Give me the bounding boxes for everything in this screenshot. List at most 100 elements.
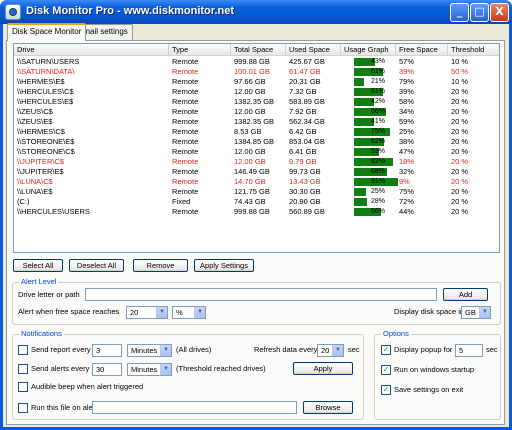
notifications-title: Notifications xyxy=(19,329,64,339)
disk-monitor-app-icon xyxy=(5,4,21,20)
send-alerts-checkbox[interactable] xyxy=(18,364,28,374)
display-unit-select[interactable]: GB ▼ xyxy=(461,306,491,319)
column-header-drive[interactable]: Drive xyxy=(14,44,169,56)
column-header-free-space[interactable]: Free Space xyxy=(396,44,448,56)
table-row[interactable]: (C:) Fixed 74.43 GB 20.90 GB 72% 20 % 28% xyxy=(14,197,499,207)
table-row[interactable]: \\SATURN\DATA\ Remote 100.01 GB 61.47 GB 39%… xyxy=(14,67,499,77)
usage-graph-percent: 66% xyxy=(370,108,385,115)
cell-drive: \\JUPITER\E$ xyxy=(17,167,64,176)
refresh-data-label: Refresh data every xyxy=(254,345,318,354)
window-client-area: Disk Space Monitor Email settings Drive … xyxy=(3,23,509,427)
cell-free-space: 57% xyxy=(399,57,415,66)
usage-graph-percent: 91% xyxy=(370,178,385,185)
table-row[interactable]: \\LUNA\C$ Remote 14.70 GB 13.43 GB 9% 20 % 91% xyxy=(14,177,499,187)
app-window: Disk Monitor Pro - www.diskmonitor.net _… xyxy=(0,0,512,430)
table-row[interactable]: \\JUPITER\E$ Remote 146.49 GB 99.73 GB 32% 20… xyxy=(14,167,499,177)
free-space-threshold-select[interactable]: 20 ▼ xyxy=(126,306,168,319)
chevron-down-icon: ▼ xyxy=(332,345,343,356)
send-alerts-interval-input[interactable]: 30 xyxy=(92,363,122,376)
column-header-used-space[interactable]: Used Space xyxy=(286,44,341,56)
table-row[interactable]: \\HERCULES\C$ Remote 12.00 GB 7.32 GB 39% 20 … xyxy=(14,87,499,97)
run-file-checkbox[interactable] xyxy=(18,403,28,413)
save-settings-checkbox[interactable]: ✓ xyxy=(381,385,391,395)
cell-total-space: 12.00 GB xyxy=(234,157,266,166)
remove-button[interactable]: Remove xyxy=(133,259,188,272)
table-row[interactable]: \\ZEUS\E$ Remote 1382.35 GB 562.34 GB 59% 20 … xyxy=(14,117,499,127)
send-alerts-unit-select[interactable]: Minutes ▼ xyxy=(127,363,172,376)
table-row[interactable]: \\JUPITER\C$ Remote 12.00 GB 9.79 GB 18% 20 %… xyxy=(14,157,499,167)
run-on-startup-checkbox[interactable]: ✓ xyxy=(381,365,391,375)
minimize-button[interactable]: _ xyxy=(450,3,469,22)
table-row[interactable]: \\STOREONE\E$ Remote 1384.85 GB 853.04 GB 38… xyxy=(14,137,499,147)
table-row[interactable]: \\LUNA\E$ Remote 121.75 GB 30.30 GB 75% 20 % 2… xyxy=(14,187,499,197)
cell-type: Remote xyxy=(172,177,199,186)
drives-table[interactable]: Drive Type Total Space Used Space Usage … xyxy=(13,43,500,253)
table-row[interactable]: \\HERCULES\E$ Remote 1382.35 GB 583.89 GB 58… xyxy=(14,97,499,107)
select-all-button[interactable]: Select All xyxy=(13,259,63,272)
cell-total-space: 97.66 GB xyxy=(234,77,266,86)
cell-drive: \\HERMES\E$ xyxy=(17,77,65,86)
cell-total-space: 12.00 GB xyxy=(234,107,266,116)
deselect-all-button[interactable]: Deselect All xyxy=(69,259,124,272)
cell-drive: \\STOREONE\E$ xyxy=(17,137,75,146)
refresh-interval-select[interactable]: 20 ▼ xyxy=(317,344,344,357)
column-header-total-space[interactable]: Total Space xyxy=(231,44,286,56)
cell-used-space: 853.04 GB xyxy=(289,137,325,146)
send-report-unit-select[interactable]: Minutes ▼ xyxy=(127,344,172,357)
browse-button[interactable]: Browse xyxy=(303,401,353,414)
cell-threshold: 20 % xyxy=(451,87,469,96)
notifications-apply-button[interactable]: Apply xyxy=(293,362,353,375)
title-bar[interactable]: Disk Monitor Pro - www.diskmonitor.net _… xyxy=(0,0,512,24)
cell-used-space: 20.31 GB xyxy=(289,77,321,86)
cell-threshold: 20 % xyxy=(451,107,469,116)
usage-graph-percent: 68% xyxy=(370,168,385,175)
free-space-threshold-value: 20 xyxy=(130,308,139,317)
cell-type: Remote xyxy=(172,187,199,196)
usage-graph-percent: 41% xyxy=(370,118,385,125)
drive-path-input[interactable] xyxy=(85,288,437,301)
cell-threshold: 20 % xyxy=(451,157,469,166)
cell-used-space: 9.79 GB xyxy=(289,157,317,166)
cell-used-space: 7.32 GB xyxy=(289,87,317,96)
popup-duration-input[interactable]: 5 xyxy=(455,344,483,357)
send-report-checkbox[interactable] xyxy=(18,345,28,355)
threshold-unit-select[interactable]: % ▼ xyxy=(172,306,206,319)
all-drives-note: (All drives) xyxy=(176,345,212,354)
usage-graph-percent: 43% xyxy=(370,58,385,65)
tab-disk-space-monitor[interactable]: Disk Space Monitor xyxy=(7,23,87,41)
run-file-path-input[interactable] xyxy=(92,401,297,414)
usage-graph-percent: 53% xyxy=(370,148,385,155)
column-header-threshold[interactable]: Threshold xyxy=(448,44,499,56)
column-header-usage-graph[interactable]: Usage Graph xyxy=(341,44,396,56)
table-row[interactable]: \\HERMES\C$ Remote 8.53 GB 6.42 GB 25% 20 % 75… xyxy=(14,127,499,137)
display-popup-label: Display popup for xyxy=(394,345,453,354)
cell-type: Remote xyxy=(172,157,199,166)
column-header-type[interactable]: Type xyxy=(169,44,231,56)
table-row[interactable]: \\HERCULES\USERS Remote 999.88 GB 560.89 GB… xyxy=(14,207,499,217)
display-popup-checkbox[interactable]: ✓ xyxy=(381,345,391,355)
cell-drive: \\HERMES\C$ xyxy=(17,127,65,136)
add-drive-button[interactable]: Add xyxy=(443,288,488,301)
cell-drive: \\HERCULES\C$ xyxy=(17,87,74,96)
usage-graph-percent: 61% xyxy=(370,68,385,75)
table-row[interactable]: \\ZEUS\C$ Remote 12.00 GB 7.92 GB 34% 20 % 66% xyxy=(14,107,499,117)
cell-total-space: 146.49 GB xyxy=(234,167,270,176)
audible-beep-checkbox[interactable] xyxy=(18,382,28,392)
cell-used-space: 425.67 GB xyxy=(289,57,325,66)
usage-graph-percent: 56% xyxy=(370,208,385,215)
apply-settings-button[interactable]: Apply Settings xyxy=(194,259,254,272)
chevron-down-icon: ▼ xyxy=(160,345,171,356)
usage-graph-percent: 82% xyxy=(370,158,385,165)
table-row[interactable]: \\STOREONE\C$ Remote 12.00 GB 6.41 GB 47% 20 … xyxy=(14,147,499,157)
cell-type: Remote xyxy=(172,87,199,96)
table-row[interactable]: \\HERMES\E$ Remote 97.66 GB 20.31 GB 79% 10 %… xyxy=(14,77,499,87)
cell-total-space: 12.00 GB xyxy=(234,147,266,156)
table-row[interactable]: \\SATURN\USERS Remote 999.88 GB 425.67 GB 57… xyxy=(14,57,499,67)
cell-threshold: 20 % xyxy=(451,187,469,196)
close-button[interactable]: X xyxy=(490,3,509,22)
window-title: Disk Monitor Pro - www.diskmonitor.net xyxy=(26,5,234,17)
send-report-interval-input[interactable]: 3 xyxy=(92,344,122,357)
maximize-button[interactable]: □ xyxy=(470,3,489,22)
threshold-unit-value: % xyxy=(176,308,183,317)
cell-free-space: 39% xyxy=(399,67,415,76)
